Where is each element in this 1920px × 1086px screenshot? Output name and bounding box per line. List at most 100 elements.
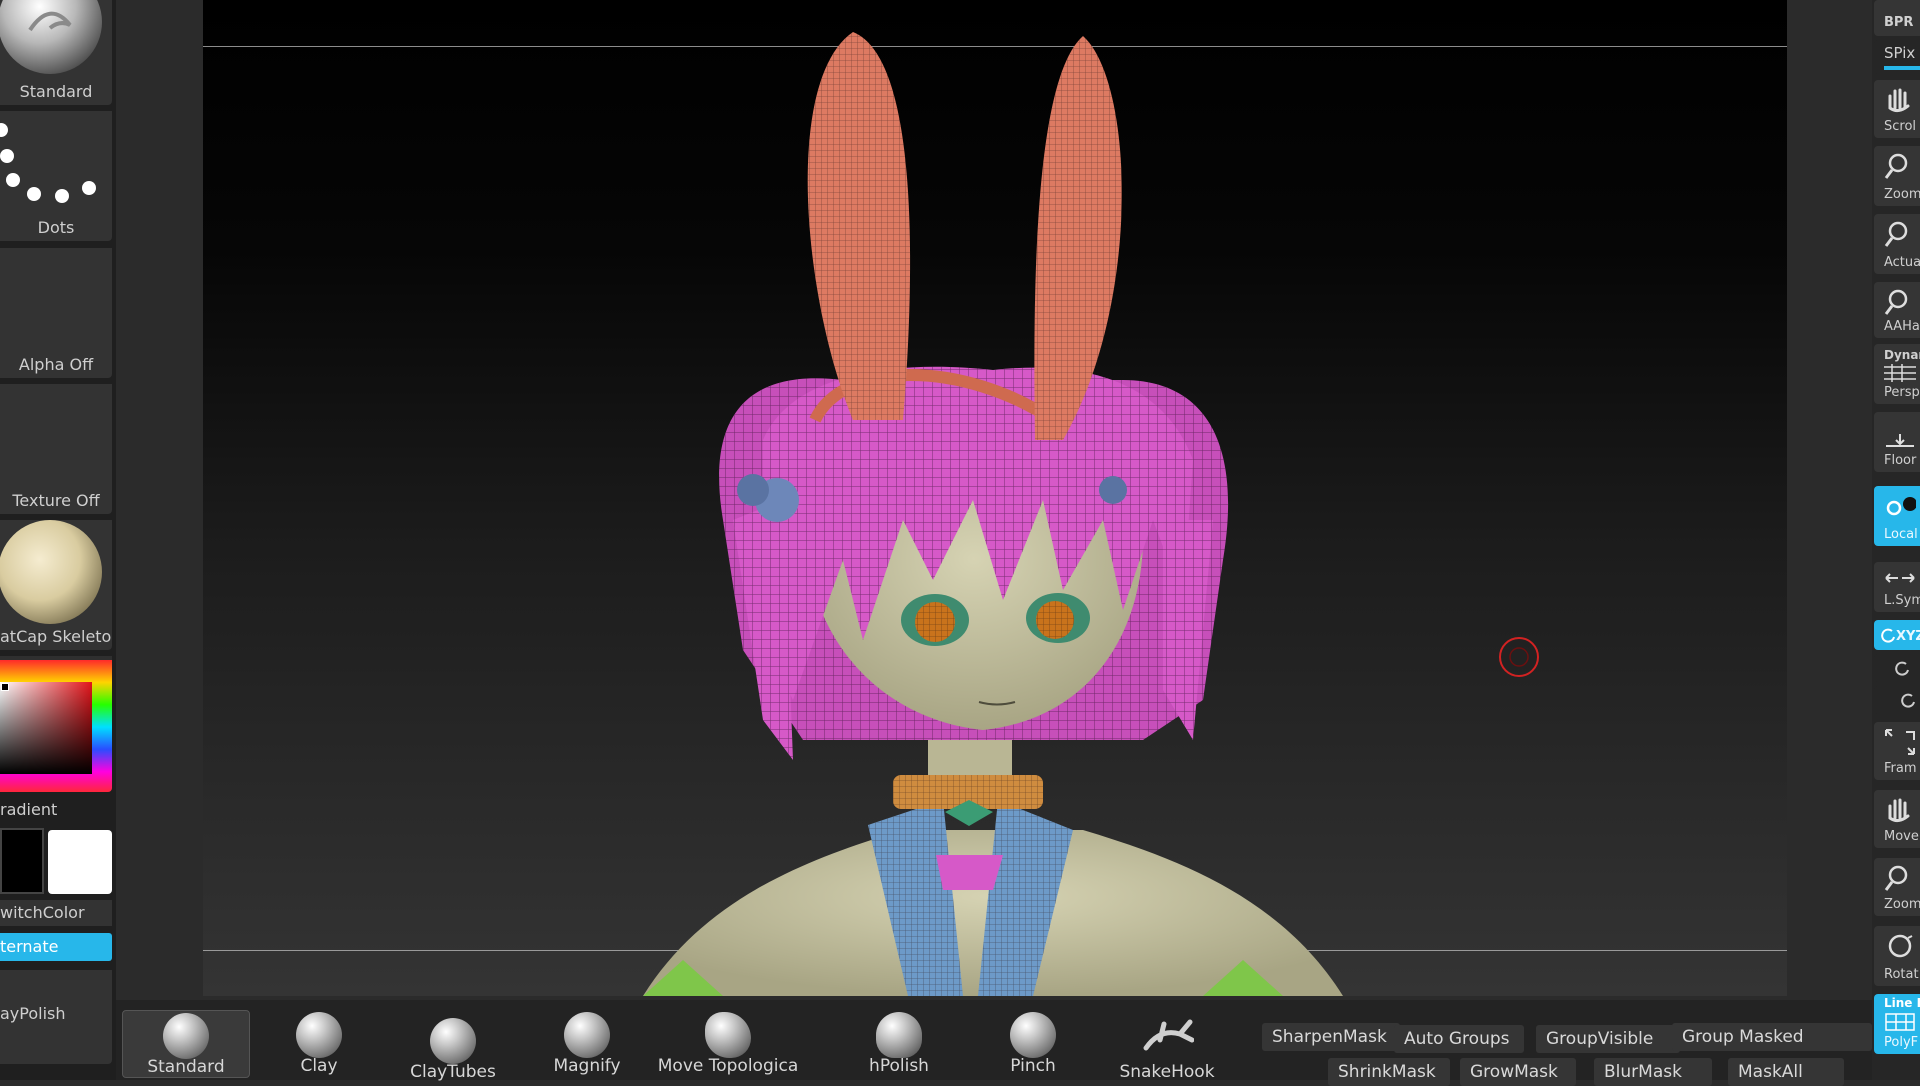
auto-groups-button[interactable]: Auto Groups bbox=[1394, 1025, 1524, 1053]
color-picker-handle[interactable] bbox=[1, 683, 9, 691]
aahalf-button[interactable]: AAHa bbox=[1874, 282, 1920, 338]
brush-claytubes[interactable]: ClayTubes bbox=[390, 1010, 516, 1082]
left-hair-pompom-small bbox=[737, 474, 769, 506]
frame-button[interactable]: Fram bbox=[1874, 722, 1920, 780]
move-label: Move bbox=[1884, 829, 1919, 844]
chest-cloth bbox=[936, 855, 1003, 890]
hand-icon bbox=[1888, 88, 1910, 113]
alternate-toggle[interactable]: ternate bbox=[0, 933, 112, 961]
brush-hpolish[interactable]: hPolish bbox=[836, 1010, 962, 1076]
claytubes-brush-icon bbox=[430, 1018, 476, 1064]
move-button[interactable]: Move bbox=[1874, 790, 1920, 848]
brush-standard[interactable]: Standard bbox=[122, 1010, 250, 1078]
right-view-shelf: BPR SPix Scrol Zoom Actua AAHa Dynan Per… bbox=[1872, 0, 1920, 1080]
magnifier-icon bbox=[1884, 153, 1908, 179]
right-hair-pompom bbox=[1099, 476, 1127, 504]
actual-label: Actua bbox=[1884, 255, 1920, 270]
stroke-dot bbox=[27, 187, 41, 201]
xyz-rotate-button[interactable]: XYZ bbox=[1874, 620, 1920, 650]
scroll-button[interactable]: Scrol bbox=[1874, 80, 1920, 138]
rotate-y-icon bbox=[1895, 661, 1909, 676]
brush-label: Standard bbox=[19, 82, 93, 101]
matcap-sphere-icon bbox=[0, 520, 102, 624]
polyframe-grid-icon bbox=[1885, 1013, 1915, 1031]
brush-move-topological[interactable]: Move Topologica bbox=[628, 1010, 828, 1076]
perspective-button[interactable]: Dynan Persp bbox=[1874, 344, 1920, 404]
brush-selector[interactable]: Standard bbox=[0, 0, 112, 105]
spix-label: SPix bbox=[1884, 44, 1916, 62]
local-button[interactable]: Local bbox=[1874, 486, 1920, 546]
color-picker[interactable] bbox=[0, 656, 112, 792]
brush-label: Move Topologica bbox=[657, 1056, 799, 1076]
actual-size-button[interactable]: Actua bbox=[1874, 214, 1920, 274]
rotate-icon bbox=[1881, 628, 1895, 643]
move-topological-brush-icon bbox=[705, 1012, 751, 1058]
texture-selector[interactable]: Texture Off bbox=[0, 384, 112, 514]
bpr-button[interactable]: BPR bbox=[1874, 0, 1920, 36]
group-visible-button[interactable]: GroupVisible bbox=[1536, 1025, 1680, 1053]
rotate-button[interactable]: Rotat bbox=[1874, 926, 1920, 986]
stroke-label: Dots bbox=[37, 218, 75, 237]
magnifier-icon bbox=[1884, 289, 1908, 315]
gradient-label[interactable]: radient bbox=[0, 800, 112, 819]
spix-slider[interactable]: SPix bbox=[1874, 40, 1920, 74]
stroke-dot bbox=[55, 189, 69, 203]
brush-label: Pinch bbox=[1010, 1056, 1056, 1076]
lsym-button[interactable]: L.Sym bbox=[1874, 562, 1920, 612]
linefill-label: Line F bbox=[1884, 996, 1920, 1010]
magnifier-icon bbox=[1884, 865, 1908, 891]
zoom-button[interactable]: Zoom bbox=[1874, 146, 1920, 206]
brush-pinch[interactable]: Pinch bbox=[970, 1010, 1096, 1076]
zoom3d-button[interactable]: Zoom3 bbox=[1874, 858, 1920, 916]
polyf-label: PolyF bbox=[1884, 1035, 1919, 1050]
stroke-selector[interactable]: Dots bbox=[0, 111, 112, 241]
grow-mask-button[interactable]: GrowMask bbox=[1460, 1058, 1576, 1086]
switch-color-button[interactable]: witchColor bbox=[0, 900, 112, 926]
stroke-dot bbox=[6, 173, 20, 187]
brush-clay[interactable]: Clay bbox=[256, 1010, 382, 1076]
y-rotate-button[interactable] bbox=[1874, 654, 1920, 682]
line-fill-button[interactable]: Line F PolyF bbox=[1874, 994, 1920, 1054]
brush-label: SnakeHook bbox=[1119, 1062, 1215, 1082]
stroke-dot bbox=[82, 181, 96, 195]
sharpen-mask-button[interactable]: SharpenMask bbox=[1262, 1023, 1400, 1051]
zoom3d-label: Zoom3 bbox=[1884, 897, 1920, 912]
mask-all-button[interactable]: MaskAll bbox=[1728, 1058, 1844, 1086]
frame-icon bbox=[1885, 729, 1915, 755]
primary-color-swatch[interactable] bbox=[0, 828, 44, 894]
claypolish-button[interactable]: ayPolish bbox=[0, 970, 112, 1064]
alpha-label: Alpha Off bbox=[18, 355, 94, 374]
local-symmetry-icon bbox=[1886, 497, 1916, 516]
shrink-mask-button[interactable]: ShrinkMask bbox=[1328, 1058, 1450, 1086]
material-selector[interactable]: atCap Skeletor bbox=[0, 520, 112, 650]
brush-snakehook[interactable]: SnakeHook bbox=[1104, 1010, 1230, 1082]
alpha-selector[interactable]: Alpha Off bbox=[0, 248, 112, 378]
stroke-dot bbox=[0, 149, 14, 163]
saturation-value-square[interactable] bbox=[0, 682, 92, 774]
dynamic-label: Dynan bbox=[1884, 348, 1920, 362]
canvas-viewport[interactable] bbox=[203, 0, 1787, 996]
hpolish-brush-icon bbox=[876, 1012, 922, 1058]
bpr-label: BPR bbox=[1884, 15, 1914, 30]
lsym-label: L.Sym bbox=[1884, 593, 1920, 608]
aahalf-label: AAHa bbox=[1884, 319, 1920, 334]
snakehook-brush-icon bbox=[1143, 1019, 1194, 1051]
zoom-label: Zoom bbox=[1884, 187, 1920, 202]
material-label: atCap Skeletor bbox=[0, 627, 112, 646]
frame-label: Fram bbox=[1884, 761, 1917, 776]
brush-label: hPolish bbox=[869, 1056, 929, 1076]
standard-brush-icon bbox=[0, 0, 102, 74]
z-rotate-button[interactable] bbox=[1874, 686, 1920, 714]
local-label: Local bbox=[1884, 527, 1918, 542]
claypolish-label: ayPolish bbox=[0, 1004, 66, 1023]
brush-label: ClayTubes bbox=[410, 1062, 496, 1082]
floor-label: Floor bbox=[1884, 453, 1917, 468]
blur-mask-button[interactable]: BlurMask bbox=[1594, 1058, 1712, 1086]
floor-button[interactable]: Floor bbox=[1874, 412, 1920, 472]
scroll-label: Scrol bbox=[1884, 119, 1917, 134]
brush-label: Clay bbox=[300, 1056, 338, 1076]
secondary-color-swatch[interactable] bbox=[48, 830, 112, 894]
group-masked-button[interactable]: Group Masked bbox=[1672, 1023, 1872, 1051]
spix-slider-track[interactable] bbox=[1884, 66, 1920, 70]
brush-label: Standard bbox=[147, 1057, 225, 1077]
